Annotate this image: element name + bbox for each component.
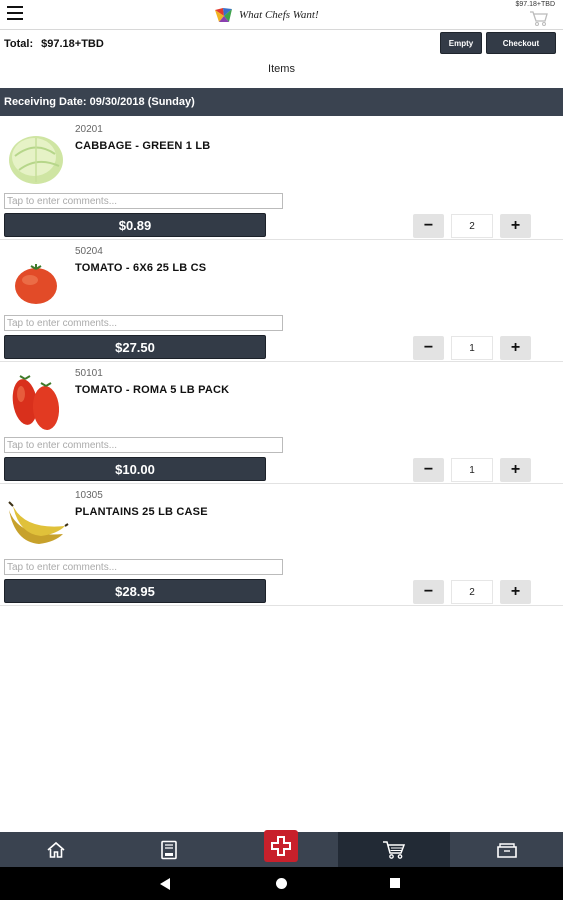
comment-input[interactable] bbox=[4, 559, 283, 575]
item-code: 50204 bbox=[75, 246, 103, 257]
quantity-field[interactable]: 1 bbox=[451, 336, 493, 360]
quantity-field[interactable]: 1 bbox=[451, 458, 493, 482]
logo: What Chefs Want! bbox=[212, 5, 319, 25]
increase-button[interactable]: + bbox=[500, 580, 531, 604]
cart-item: 50204 TOMATO - 6X6 25 LB CS $27.50 − 1 + bbox=[0, 240, 563, 362]
orders-icon bbox=[496, 842, 517, 858]
item-name: CABBAGE - GREEN 1 LB bbox=[75, 140, 211, 152]
decrease-button[interactable]: − bbox=[413, 458, 444, 482]
recents-icon[interactable] bbox=[390, 878, 400, 888]
total-label: Total: bbox=[4, 38, 34, 50]
quantity-stepper: − 1 + bbox=[413, 336, 531, 360]
add-button[interactable] bbox=[264, 830, 299, 862]
item-code: 20201 bbox=[75, 124, 103, 135]
item-code: 10305 bbox=[75, 490, 103, 501]
nav-catalog[interactable] bbox=[113, 832, 226, 867]
decrease-button[interactable]: − bbox=[413, 214, 444, 238]
quantity-stepper: − 2 + bbox=[413, 214, 531, 238]
quantity-field[interactable]: 2 bbox=[451, 214, 493, 238]
add-icon bbox=[271, 836, 292, 856]
price-button[interactable]: $10.00 bbox=[4, 457, 266, 481]
plantains-image bbox=[5, 492, 69, 554]
nav-cart[interactable] bbox=[337, 832, 451, 867]
nav-home[interactable] bbox=[0, 832, 113, 867]
price-button[interactable]: $27.50 bbox=[4, 335, 266, 359]
cart-icon bbox=[530, 11, 548, 26]
price-button[interactable]: $28.95 bbox=[4, 579, 266, 603]
decrease-button[interactable]: − bbox=[413, 336, 444, 360]
decrease-button[interactable]: − bbox=[413, 580, 444, 604]
home-system-icon[interactable] bbox=[276, 878, 287, 889]
nav-orders[interactable] bbox=[450, 832, 563, 867]
item-name: TOMATO - 6X6 25 LB CS bbox=[75, 262, 207, 274]
bottom-nav bbox=[0, 830, 563, 867]
top-bar: What Chefs Want! $97.18+TBD bbox=[0, 0, 563, 30]
home-icon bbox=[47, 841, 65, 858]
receiving-date-bar: Receiving Date: 09/30/2018 (Sunday) bbox=[0, 88, 563, 116]
cart-item: 10305 PLANTAINS 25 LB CASE $28.95 − 2 + bbox=[0, 484, 563, 606]
quantity-field[interactable]: 2 bbox=[451, 580, 493, 604]
section-title: Items bbox=[268, 63, 295, 75]
tomato-image bbox=[5, 248, 69, 310]
cart-item: 20201 CABBAGE - GREEN 1 LB $0.89 − 2 + bbox=[0, 118, 563, 240]
back-icon[interactable] bbox=[160, 878, 171, 890]
system-nav-bar bbox=[0, 867, 563, 900]
cart-item: 50101 TOMATO - ROMA 5 LB PACK $10.00 − 1… bbox=[0, 362, 563, 484]
nav-add[interactable] bbox=[225, 830, 338, 867]
header-cart-amount: $97.18+TBD bbox=[515, 1, 556, 8]
price-button[interactable]: $0.89 bbox=[4, 213, 266, 237]
item-name: PLANTAINS 25 LB CASE bbox=[75, 506, 208, 518]
header-cart[interactable]: $97.18+TBD bbox=[503, 1, 555, 29]
quantity-stepper: − 2 + bbox=[413, 580, 531, 604]
increase-button[interactable]: + bbox=[500, 458, 531, 482]
item-code: 50101 bbox=[75, 368, 103, 379]
comment-input[interactable] bbox=[4, 315, 283, 331]
comment-input[interactable] bbox=[4, 193, 283, 209]
increase-button[interactable]: + bbox=[500, 214, 531, 238]
cart-icon bbox=[383, 840, 406, 859]
comment-input[interactable] bbox=[4, 437, 283, 453]
quantity-stepper: − 1 + bbox=[413, 458, 531, 482]
total-value: $97.18+TBD bbox=[41, 38, 104, 50]
empty-button[interactable]: Empty bbox=[440, 32, 482, 54]
logo-text: What Chefs Want! bbox=[239, 9, 319, 21]
item-name: TOMATO - ROMA 5 LB PACK bbox=[75, 384, 230, 396]
cabbage-image bbox=[5, 126, 69, 188]
catalog-icon bbox=[161, 840, 177, 859]
total: Total: $97.18+TBD bbox=[4, 38, 104, 50]
menu-icon[interactable] bbox=[7, 6, 23, 20]
increase-button[interactable]: + bbox=[500, 336, 531, 360]
roma-tomato-image bbox=[5, 370, 69, 432]
checkout-button[interactable]: Checkout bbox=[486, 32, 556, 54]
logo-icon bbox=[212, 6, 236, 24]
